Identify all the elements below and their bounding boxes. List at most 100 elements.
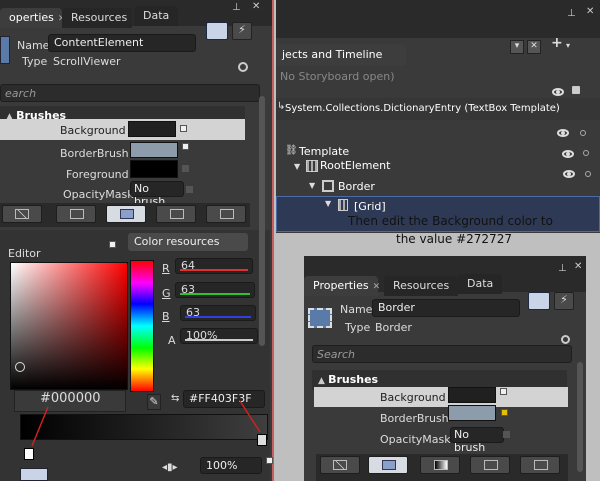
storyboard-close-button[interactable]: ✕ [527,40,541,54]
template-entry-label: System.Collections.DictionaryEntry (Text… [285,103,560,114]
close-icon[interactable]: ✕ [373,282,381,292]
search-icon [561,335,570,344]
tree-label: Template [299,145,350,158]
tile-brush-button[interactable] [470,456,510,474]
objects-close-icon[interactable]: ✕ [586,6,594,17]
solid-brush-button[interactable] [56,205,96,223]
right-pin-icon[interactable]: ⊥ [558,263,567,274]
solid-brush-icon [70,209,84,219]
name-field[interactable]: ContentElement [48,34,196,52]
view-mode-button[interactable] [20,468,48,481]
name-field[interactable]: Border [372,299,520,317]
left-scrollbar[interactable] [259,96,265,346]
tab-properties-left[interactable]: operties✕ [0,8,65,28]
advanced-options-icon[interactable] [500,388,507,395]
advanced-options-icon[interactable] [501,409,508,416]
editor-options-icon[interactable] [109,241,116,248]
borderbrush-swatch[interactable] [448,405,496,421]
caption-line-1: Then edit the Background color to [348,214,553,228]
visibility-eye-icon[interactable] [563,170,575,178]
tab-data-right[interactable]: Data [458,274,502,294]
g-label: G [162,287,171,300]
borderbrush-swatch[interactable] [130,142,178,158]
g-input[interactable]: 63 [175,282,255,298]
advanced-options-icon[interactable] [182,143,189,150]
storyboard-menu-button[interactable]: ▾ [510,40,524,54]
b-input[interactable]: 63 [180,305,256,321]
visibility-eye-icon[interactable] [562,150,574,158]
opacitymask-value[interactable]: No brush [130,181,184,208]
visibility-eye-icon[interactable] [557,129,569,137]
collapse-icon: ▲ [318,376,329,386]
tab-properties-right[interactable]: Properties ✕ [304,276,381,296]
stop-opacity-options-icon[interactable] [266,457,273,464]
stop-opacity-field[interactable]: 100% [200,457,262,474]
lock-dot-icon[interactable] [583,150,589,156]
gradient-brush-icon [120,209,134,219]
foreground-swatch[interactable] [130,160,178,178]
no-brush-button[interactable] [2,205,42,223]
events-mode-button[interactable]: ⚡ [554,292,574,310]
advanced-options-icon[interactable] [180,125,187,132]
add-storyboard-button[interactable]: + [551,35,563,51]
hex-input[interactable]: #FF403F3F [183,390,265,408]
type-label: Type [345,321,371,334]
gradient-bar[interactable] [20,414,268,440]
properties-mode-button[interactable] [206,22,228,40]
solid-brush-icon [382,460,396,470]
resource-brush-button[interactable] [206,205,246,223]
background-swatch[interactable] [448,387,496,403]
solid-brush-button[interactable] [368,456,408,474]
a-input[interactable]: 100% [180,328,258,344]
gradient-brush-button[interactable] [420,456,460,474]
advanced-options-icon[interactable] [182,165,189,172]
picker-cursor-icon[interactable] [15,362,25,372]
expand-arrow-icon[interactable]: ▼ [309,181,315,190]
brush-type-buttons [0,203,250,227]
gradient-stop-left[interactable] [24,448,34,460]
r-label: R [162,262,170,275]
tile-brush-icon [170,209,184,219]
events-mode-button[interactable]: ⚡ [232,22,252,40]
border-element-icon [322,180,334,192]
section-title: Brushes [328,373,379,386]
search-input[interactable]: earch [0,84,260,102]
resource-brush-button[interactable] [520,456,560,474]
color-resources-tab[interactable]: Color resources [128,233,248,251]
tab-data-left[interactable]: Data [134,6,178,26]
element-icon [0,36,10,64]
objects-title-tab[interactable]: jects and Timeline [276,44,406,66]
search-icon [238,62,248,72]
expand-arrow-icon[interactable]: ▼ [294,162,300,171]
opacitymask-value[interactable]: No brush [450,427,504,454]
gradient-brush-button[interactable] [106,205,146,223]
objects-title: jects and Timeline [282,48,383,61]
search-input[interactable]: Search [312,345,572,363]
right-close-icon[interactable]: ✕ [574,261,582,272]
expand-arrow-icon[interactable]: ▼ [325,199,331,208]
color-saturation-picker[interactable] [10,262,128,390]
gradient-stop-right[interactable] [257,434,267,446]
storyboard-options-icon[interactable]: ▾ [566,41,570,50]
tab-resources-right[interactable]: Resources [384,276,458,296]
visibility-eye-icon[interactable] [552,88,564,96]
eyedropper-icon[interactable]: ✎ [147,394,161,410]
no-brush-button[interactable] [320,456,360,474]
lock-dot-icon[interactable] [585,171,591,177]
tab-resources-left[interactable]: Resources [62,8,132,28]
tile-brush-button[interactable] [156,205,196,223]
hue-slider[interactable] [130,260,154,392]
reverse-stops-icon[interactable]: ◂▮▸ [162,462,186,476]
pin-icon[interactable]: ⊥ [232,2,242,13]
lock-dot-icon[interactable] [580,130,586,136]
advanced-options-icon[interactable] [186,186,193,193]
properties-mode-button[interactable] [528,292,550,310]
close-panel-icon[interactable]: ✕ [252,1,260,12]
advanced-options-icon[interactable] [503,431,510,438]
right-scrollbar[interactable] [577,362,583,472]
r-input[interactable]: 64 [175,258,253,274]
border-element-preview-icon [308,308,332,328]
lock-icon[interactable] [572,86,580,94]
background-swatch[interactable] [128,121,176,137]
objects-pin-icon[interactable]: ⊥ [567,8,576,19]
